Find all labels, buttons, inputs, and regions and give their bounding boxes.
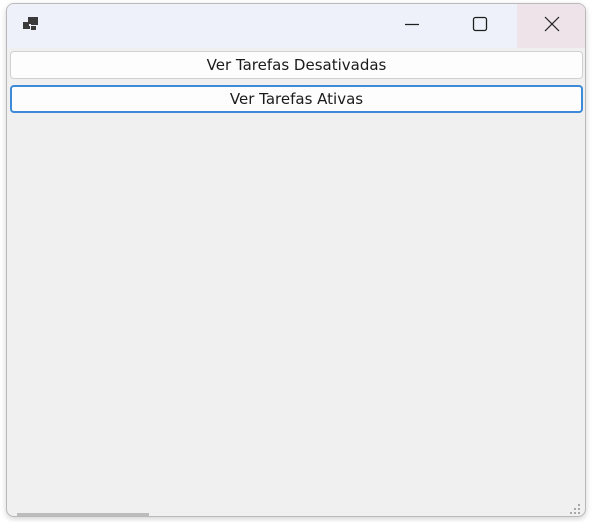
view-active-tasks-button[interactable]: Ver Tarefas Ativas (10, 85, 583, 113)
minimize-icon (404, 16, 420, 36)
maximize-button[interactable] (446, 4, 514, 48)
close-icon (544, 16, 560, 36)
title-bar[interactable] (7, 4, 585, 48)
window-bottom-edge (17, 513, 149, 516)
close-button[interactable] (517, 4, 585, 48)
maximize-icon (472, 16, 488, 36)
app-window-icon (21, 16, 41, 34)
app-window: Ver Tarefas Desativadas Ver Tarefas Ativ… (6, 3, 586, 517)
resize-grip-icon[interactable] (569, 500, 581, 514)
minimize-button[interactable] (378, 4, 446, 48)
view-disabled-tasks-button[interactable]: Ver Tarefas Desativadas (10, 51, 583, 79)
